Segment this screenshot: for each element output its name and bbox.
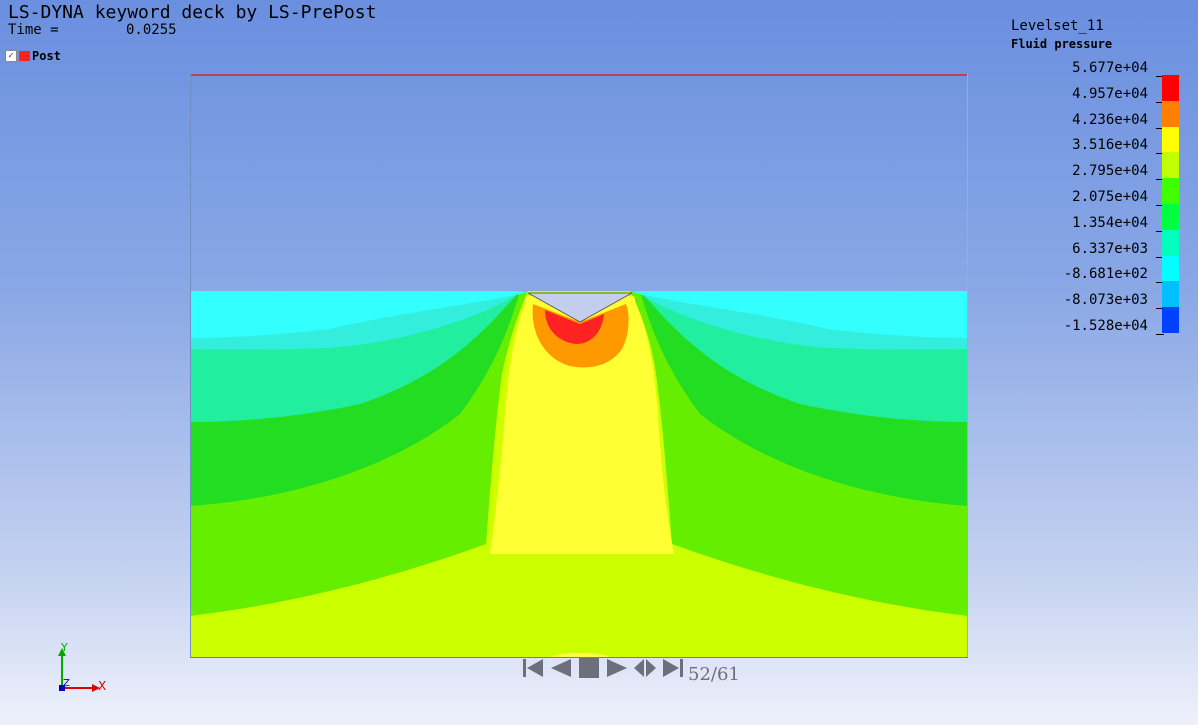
color-bar-segment <box>1162 229 1179 256</box>
legend-label: 1.354e+04 <box>1072 214 1148 231</box>
x-axis-label: X <box>98 679 106 693</box>
legend-label: -8.073e+03 <box>1063 292 1148 309</box>
last-frame-icon <box>663 659 683 677</box>
time-label: Time = <box>8 22 59 38</box>
color-bar-segment <box>1162 255 1179 282</box>
legend-label: 5.677e+04 <box>1072 60 1148 76</box>
fringe-plot <box>190 74 968 658</box>
legend-label: 2.075e+04 <box>1072 189 1148 205</box>
time-readout: Time = 0.0255 <box>8 22 177 38</box>
animation-controls <box>521 656 685 680</box>
color-bar <box>1162 75 1179 333</box>
step-back-button[interactable] <box>549 656 573 680</box>
part-label: Post <box>32 49 61 63</box>
legend-label: 4.236e+04 <box>1072 111 1148 128</box>
part-color-swatch <box>19 51 30 61</box>
model-viewport[interactable] <box>190 74 968 658</box>
legend-label: 6.337e+03 <box>1072 240 1148 257</box>
legend-tick <box>1156 334 1164 335</box>
color-bar-segment <box>1162 75 1179 101</box>
stop-icon <box>579 658 599 678</box>
legend-label: 2.795e+04 <box>1072 163 1148 180</box>
frame-counter: 52/61 <box>688 664 740 685</box>
color-bar-segment <box>1162 281 1179 308</box>
play-pause-toggle-button[interactable] <box>633 656 657 680</box>
part-visibility-checkbox[interactable]: ✓ <box>5 50 17 62</box>
legend-label: -8.681e+02 <box>1063 266 1148 283</box>
step-back-icon <box>551 659 571 677</box>
play-icon <box>607 659 627 677</box>
y-axis-label: Y <box>60 641 68 654</box>
first-frame-button[interactable] <box>521 656 545 680</box>
time-value: 0.0255 <box>126 22 177 38</box>
last-frame-button[interactable] <box>661 656 685 680</box>
stop-button[interactable] <box>577 656 601 680</box>
legend-subtitle: Fluid pressure <box>1011 37 1113 51</box>
color-bar-segment <box>1162 100 1179 127</box>
play-button[interactable] <box>605 656 629 680</box>
first-frame-icon <box>523 659 543 677</box>
color-bar-segment <box>1162 152 1179 179</box>
color-bar-segment <box>1162 203 1179 230</box>
color-bar-segment <box>1162 126 1179 153</box>
color-bar-segment <box>1162 307 1179 333</box>
play-pause-toggle-icon <box>634 659 656 677</box>
part-list-item-post[interactable]: ✓ Post <box>5 49 61 63</box>
window-title: LS-DYNA keyword deck by LS-PrePost <box>8 2 377 23</box>
legend-label: -1.528e+04 <box>1063 318 1148 334</box>
legend-label: 4.957e+04 <box>1072 85 1148 102</box>
z-axis-label: Z <box>63 678 70 689</box>
axis-triad: Y Z X <box>52 640 112 700</box>
legend-label: 3.516e+04 <box>1072 137 1148 154</box>
legend-title: Levelset_11 <box>1011 18 1104 34</box>
color-bar-segment <box>1162 178 1179 204</box>
